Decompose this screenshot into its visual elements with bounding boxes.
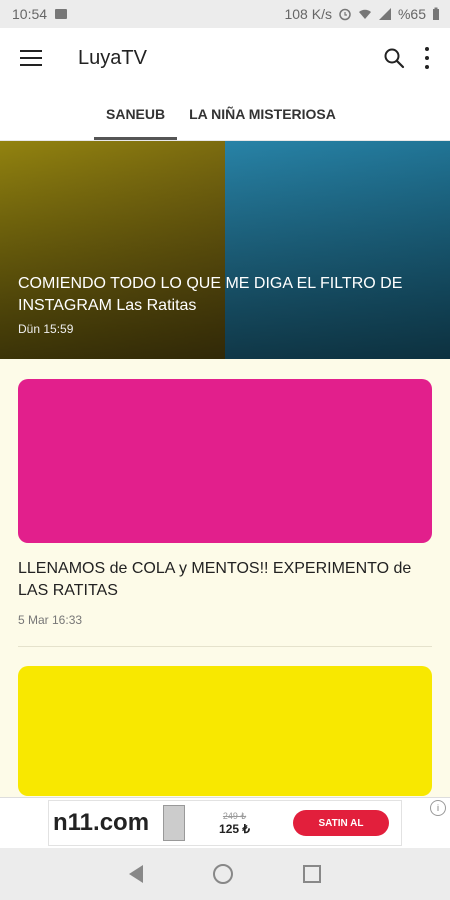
- network-speed: 108 K/s: [284, 6, 332, 22]
- ad-buy-button[interactable]: SATIN AL: [293, 810, 389, 836]
- divider: [18, 646, 432, 647]
- app-title: LuyaTV: [78, 46, 147, 69]
- tab-la-nina-misteriosa[interactable]: LA NIÑA MISTERIOSA: [177, 88, 348, 140]
- home-icon[interactable]: [213, 864, 233, 884]
- video-date: 5 Mar 16:33: [18, 613, 83, 627]
- battery-icon: [433, 7, 439, 20]
- ad-brand-logo: n11.com: [53, 809, 150, 836]
- recent-apps-icon[interactable]: [303, 865, 321, 883]
- video-thumbnail[interactable]: [18, 666, 432, 796]
- back-icon[interactable]: [129, 865, 143, 883]
- ad-new-price: 125 ₺: [219, 821, 251, 836]
- hero-title: COMIENDO TODO LO QUE ME DIGA EL FILTRO D…: [18, 275, 403, 314]
- ad-info-icon[interactable]: i: [430, 800, 446, 816]
- alarm-icon: [339, 8, 351, 21]
- status-bar: 10:54 108 K/s %65: [0, 0, 450, 28]
- status-time: 10:54: [12, 6, 48, 22]
- battery-percent: %65: [397, 6, 426, 22]
- ad-product-image: [163, 805, 186, 841]
- featured-video[interactable]: COMIENDO TODO LO QUE ME DIGA EL FILTRO D…: [0, 141, 450, 359]
- gallery-notification-icon: [55, 9, 68, 19]
- video-title[interactable]: LLENAMOS de COLA y MENTOS!! EXPERIMENTO …: [18, 558, 432, 602]
- tab-bar: SANEUB LA NIÑA MISTERIOSA: [0, 88, 450, 141]
- hero-date: Dün 15:59: [18, 322, 74, 336]
- more-options-icon[interactable]: [424, 47, 430, 69]
- menu-icon[interactable]: [20, 50, 42, 66]
- ad-old-price: 249 ₺: [222, 810, 247, 821]
- ad-content[interactable]: n11.com 249 ₺ 125 ₺ SATIN AL: [48, 800, 402, 846]
- ad-banner[interactable]: n11.com 249 ₺ 125 ₺ SATIN AL i: [0, 797, 450, 848]
- navigation-bar: [0, 848, 450, 900]
- video-thumbnail[interactable]: [18, 379, 432, 543]
- search-icon[interactable]: [382, 46, 406, 70]
- app-bar: LuyaTV: [0, 28, 450, 88]
- wifi-icon: [358, 9, 371, 19]
- signal-icon: [378, 8, 391, 20]
- tab-saneub[interactable]: SANEUB: [94, 88, 178, 140]
